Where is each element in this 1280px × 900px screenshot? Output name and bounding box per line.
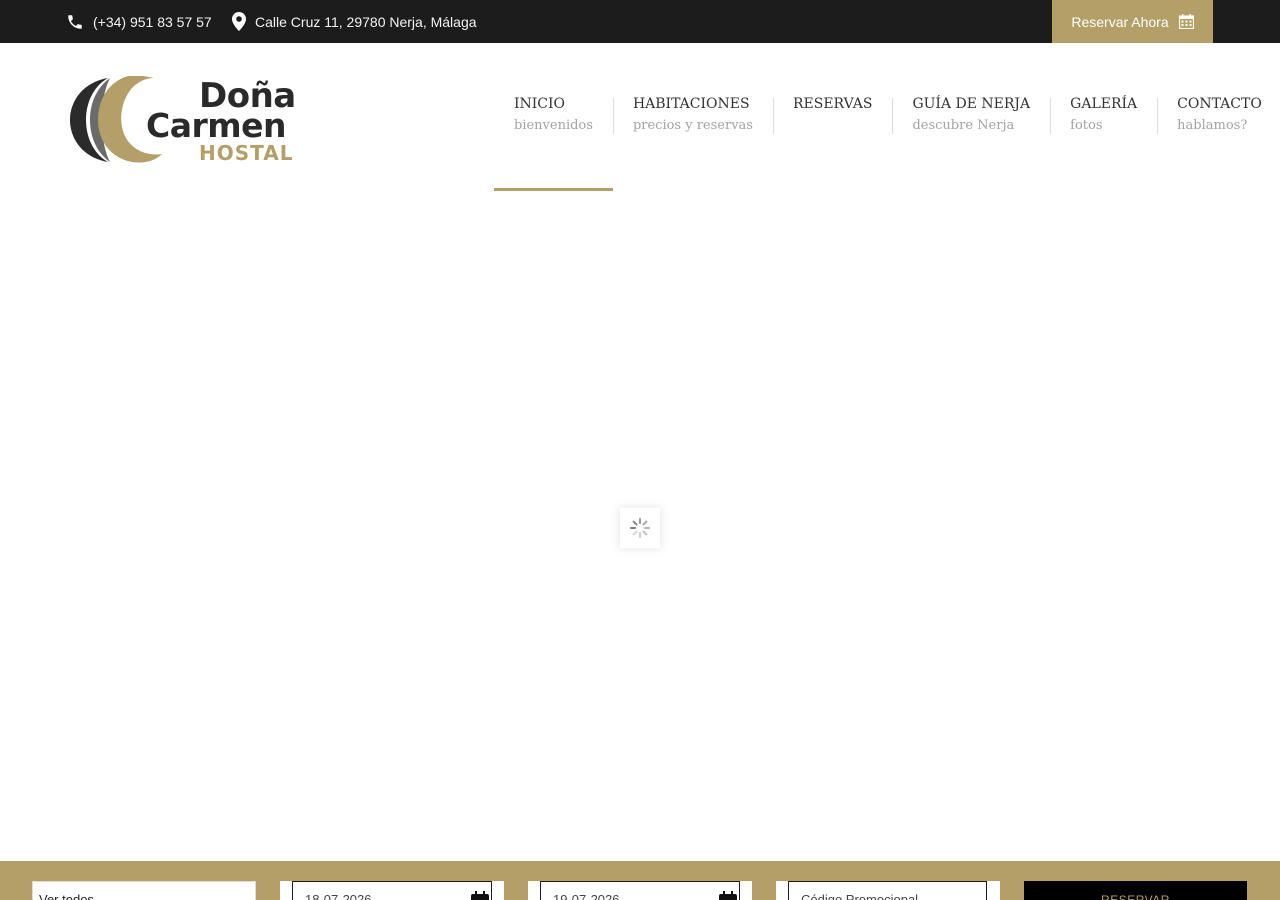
nav-item-label: RESERVAS (792, 96, 873, 112)
phone-icon (66, 13, 84, 31)
spinner-icon (630, 518, 650, 538)
booking-bar: Ver todos 18-07-2026 19-07-2026 Código P… (0, 861, 1280, 900)
map-pin-icon (232, 12, 246, 31)
nav-item-guia-de-nerja[interactable]: GUÍA DE NERJA descubre Nerja (892, 94, 1050, 136)
nav-item-label: GALERÍA (1070, 96, 1138, 112)
reserve-button[interactable]: RESERVAR (1024, 881, 1247, 900)
checkout-field[interactable]: 19-07-2026 (528, 881, 752, 900)
calendar-icon[interactable] (719, 891, 737, 900)
nav-item-sublabel: precios y reservas (632, 118, 753, 133)
address-text: Calle Cruz 11, 29780 Nerja, Málaga (255, 13, 477, 30)
top-bar: (+34) 951 83 57 57 Calle Cruz 11, 29780 … (0, 0, 1280, 43)
nav-item-sublabel: hablamos? (1177, 118, 1248, 133)
calendar-icon (1178, 14, 1194, 29)
checkin-date: 18-07-2026 (305, 892, 372, 900)
book-now-button[interactable]: Reservar Ahora (1052, 0, 1213, 43)
nav-item-habitaciones[interactable]: HABITACIONES precios y reservas (612, 94, 773, 136)
nav-item-label: HABITACIONES (632, 96, 750, 112)
nav-item-inicio[interactable]: INICIO bienvenidos (494, 94, 613, 191)
promo-code-field[interactable]: Código Promocional (776, 881, 1000, 900)
main-navigation: INICIO bienvenidos HABITACIONES precios … (494, 94, 1280, 191)
book-now-label: Reservar Ahora (1071, 13, 1169, 30)
logo-line-3: HOSTAL (199, 141, 294, 165)
nav-item-galeria[interactable]: GALERÍA fotos (1050, 94, 1157, 136)
nav-item-sublabel: fotos (1070, 118, 1103, 133)
logo-line-2: Carmen (146, 106, 287, 145)
calendar-icon[interactable] (471, 891, 489, 900)
phone-number: (+34) 951 83 57 57 (93, 13, 212, 30)
rooms-select-value: Ver todos (32, 881, 256, 900)
rooms-select[interactable]: Ver todos (32, 881, 256, 900)
nav-item-contacto[interactable]: CONTACTO hablamos? (1157, 94, 1280, 136)
address-contact[interactable]: Calle Cruz 11, 29780 Nerja, Málaga (232, 0, 477, 43)
checkin-field[interactable]: 18-07-2026 (280, 881, 504, 900)
nav-item-sublabel: descubre Nerja (912, 118, 1015, 133)
checkout-date: 19-07-2026 (553, 892, 620, 900)
nav-item-label: INICIO (514, 96, 566, 112)
nav-item-reservas[interactable]: RESERVAS (772, 94, 892, 136)
nav-item-label: GUÍA DE NERJA (912, 96, 1031, 112)
site-logo[interactable]: Doña Carmen HOSTAL (68, 76, 300, 164)
phone-contact[interactable]: (+34) 951 83 57 57 (66, 0, 212, 43)
promo-code-input[interactable]: Código Promocional (788, 881, 987, 900)
loading-spinner (620, 508, 660, 548)
nav-item-label: CONTACTO (1177, 96, 1262, 112)
nav-item-sublabel: bienvenidos (514, 118, 593, 133)
